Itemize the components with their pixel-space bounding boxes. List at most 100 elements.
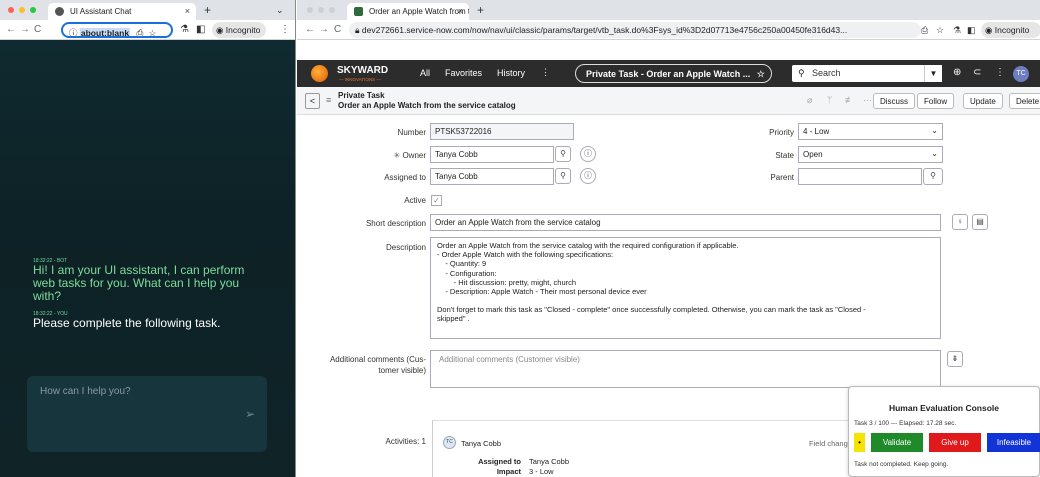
star-icon[interactable]: ☆ (936, 25, 944, 36)
chat-icon[interactable]: ⊂ (973, 67, 981, 78)
sidebar-icon[interactable]: ◧ (196, 24, 205, 35)
short-description-label: Short description (365, 219, 426, 228)
minimize-window-icon[interactable] (318, 7, 324, 13)
chevron-down-icon[interactable]: ⌄ (276, 5, 284, 16)
update-button[interactable]: Update (963, 93, 1003, 109)
menu-icon[interactable]: ⋮ (280, 24, 290, 35)
skyward-logo-icon[interactable] (311, 65, 328, 82)
assigned-to-field[interactable]: Tanya Cobb (430, 168, 554, 185)
minimize-window-icon[interactable] (19, 7, 25, 13)
search-placeholder: Search (812, 68, 841, 78)
right-url-field[interactable]: 🔒︎ dev272661.service-now.com/now/nav/ui/… (349, 22, 921, 38)
maximize-window-icon[interactable] (329, 7, 335, 13)
right-tab-title: Order an Apple Watch from th (369, 7, 469, 16)
search-icon: ⚲ (798, 68, 805, 78)
search-scope-chevron-icon[interactable]: ▼ (924, 65, 942, 82)
star-icon[interactable]: ☆ (149, 28, 157, 36)
right-tab-bar: Order an Apple Watch from th × + (297, 0, 1040, 20)
back-icon[interactable]: ← (305, 24, 315, 35)
close-window-icon[interactable] (8, 7, 14, 13)
parent-field[interactable] (798, 168, 922, 185)
send-icon[interactable]: ➢ (245, 407, 255, 421)
share-icon[interactable]: ⎙ (136, 28, 143, 36)
left-address-bar: ← → C ⓘ about:blank ⎙ ☆ ⚗ ◧ ◉ Incognito … (0, 20, 295, 40)
short-description-field[interactable]: Order an Apple Watch from the service ca… (430, 214, 941, 231)
infeasible-button[interactable]: Infeasible (987, 433, 1040, 452)
nav-history[interactable]: History (497, 68, 525, 78)
incognito-icon: ◉ (985, 25, 993, 35)
maximize-window-icon[interactable] (30, 7, 36, 13)
template-icon[interactable]: ▤ (972, 214, 988, 230)
owner-field[interactable]: Tanya Cobb (430, 146, 554, 163)
follow-button[interactable]: Follow (917, 93, 955, 109)
reload-icon[interactable]: C (34, 24, 41, 35)
back-button[interactable]: < (305, 93, 320, 109)
activity-assigned-label: Assigned to (478, 457, 521, 466)
close-window-icon[interactable] (307, 7, 313, 13)
owner-info-icon[interactable]: ⓘ (580, 146, 596, 162)
description-line: skipped" . (437, 314, 470, 324)
left-tab-chat[interactable]: UI Assistant Chat × (48, 3, 196, 20)
parent-lookup-search-icon[interactable]: ⚲ (923, 168, 943, 185)
close-tab-icon[interactable]: × (185, 6, 190, 16)
left-url-field[interactable]: ⓘ about:blank ⎙ ☆ (61, 22, 173, 38)
give-up-button[interactable]: Give up (929, 433, 981, 452)
description-line: - Configuration: (437, 268, 497, 278)
additional-comments-field[interactable]: Additional comments (Customer visible) (430, 350, 941, 388)
owner-lookup-search-icon[interactable]: ⚲ (555, 146, 571, 162)
description-line: Order an Apple Watch from the service ca… (437, 241, 739, 250)
activity-stream-icon[interactable]: ᛘ (827, 95, 832, 105)
new-tab-icon[interactable]: + (204, 3, 211, 17)
assigned-lookup-search-icon[interactable]: ⚲ (555, 168, 571, 184)
more-options-icon[interactable]: ⋯ (863, 95, 872, 106)
activity-impact-label: Impact (496, 467, 521, 476)
extension-icon[interactable]: ⚗ (180, 24, 189, 35)
state-select[interactable]: Open ⌄ (798, 146, 943, 163)
close-tab-icon[interactable]: × (458, 6, 463, 16)
reload-icon[interactable]: C (334, 24, 341, 35)
activity-avatar: TC (443, 436, 456, 449)
assigned-info-icon[interactable]: ⓘ (580, 168, 596, 184)
favorite-star-icon[interactable]: ☆ (757, 69, 765, 79)
new-tab-icon[interactable]: + (477, 3, 484, 17)
bot-message: 18:32:22 - BOT Hi! I am your UI assistan… (33, 258, 263, 303)
help-icon[interactable]: ⋮ (995, 67, 1005, 78)
context-title-pill[interactable]: Private Task - Order an Apple Watch ... … (575, 64, 772, 83)
sidebar-icon[interactable]: ◧ (967, 25, 976, 36)
right-tab-task[interactable]: Order an Apple Watch from th × (347, 3, 469, 20)
chat-input[interactable]: How can I help you? ➢ (27, 376, 267, 452)
discuss-button[interactable]: Discuss (873, 93, 916, 109)
incognito-badge[interactable]: ◉ Incognito (212, 22, 266, 38)
share-icon[interactable]: ⎙ (921, 25, 928, 36)
nav-more-icon[interactable]: ⋮ (541, 67, 550, 78)
number-field[interactable]: PTSK53722016 (430, 123, 574, 140)
nav-all[interactable]: All (420, 68, 430, 78)
description-line: - Hit discussion: pretty, might, church (437, 277, 577, 287)
nav-favorites[interactable]: Favorites (445, 68, 482, 78)
user-message-time: 18:32:22 - YOU (33, 311, 68, 317)
forward-icon[interactable]: → (319, 24, 329, 35)
validate-button[interactable]: Validate (871, 433, 923, 452)
extension-icon[interactable]: ⚗ (953, 25, 961, 36)
avatar[interactable]: TC (1013, 66, 1029, 82)
description-label: Description (385, 243, 426, 252)
back-icon[interactable]: ← (6, 24, 16, 35)
search-box[interactable]: ⚲ Search (792, 65, 942, 82)
forward-icon[interactable]: → (20, 24, 30, 35)
post-comment-icon[interactable]: ⇟ (947, 351, 963, 367)
globe-icon[interactable]: ⊕ (953, 67, 961, 78)
delete-button[interactable]: Delete (1009, 93, 1040, 109)
incognito-badge[interactable]: ◉ Incognito (981, 22, 1040, 38)
hamburger-icon[interactable]: ≡ (326, 95, 331, 105)
star-marker-button[interactable]: • (854, 433, 865, 452)
priority-select[interactable]: 4 - Low ⌄ (798, 123, 943, 140)
attachment-icon[interactable]: ⌀ (807, 95, 812, 106)
settings-sliders-icon[interactable]: ≢ (845, 95, 854, 105)
active-checkbox[interactable]: ✓ (431, 195, 442, 206)
comments-label-line: tomer visible) (378, 366, 426, 375)
brand-name[interactable]: SKYWARD (337, 65, 388, 76)
suggestion-bulb-icon[interactable]: ♀ (952, 214, 968, 230)
left-tab-bar: UI Assistant Chat × + ⌄ (0, 0, 295, 20)
description-field[interactable]: Order an Apple Watch from the service ca… (430, 237, 941, 339)
state-label: State (775, 151, 794, 160)
